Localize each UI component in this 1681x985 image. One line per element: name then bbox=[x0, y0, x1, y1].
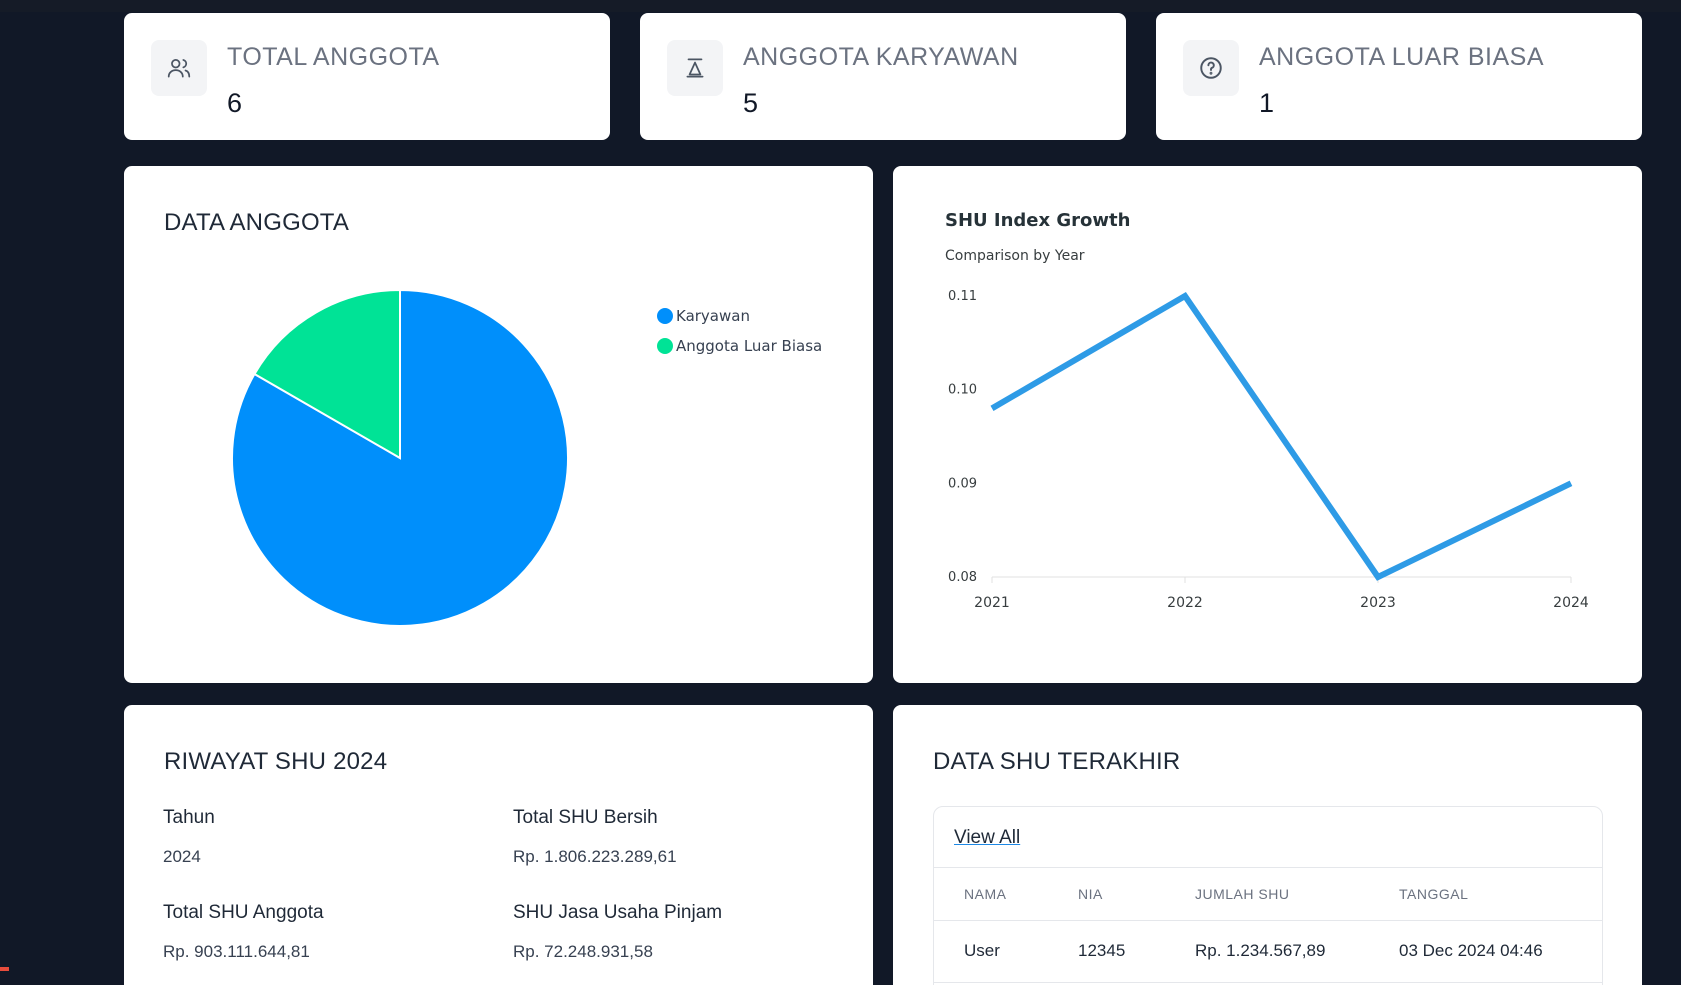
legend-marker bbox=[657, 338, 673, 354]
stat-label: ANGGOTA LUAR BIASA bbox=[1259, 43, 1545, 71]
column-header[interactable]: NIA bbox=[1078, 886, 1103, 902]
help-circle-icon bbox=[1183, 40, 1239, 96]
total-shu-anggota-value: Rp. 903.111.644,81 bbox=[163, 942, 310, 961]
series-line[interactable] bbox=[990, 292, 1573, 581]
stat-label: ANGGOTA KARYAWAN bbox=[743, 43, 1019, 71]
stat-card-total-anggota: TOTAL ANGGOTA 6 bbox=[124, 13, 610, 140]
panel-title: DATA SHU TERAKHIR bbox=[933, 748, 1181, 775]
panel-title: RIWAYAT SHU 2024 bbox=[164, 748, 388, 775]
cell-jumlah-shu: Rp. 1.234.567,89 bbox=[1195, 941, 1326, 960]
legend-item-luar-biasa[interactable]: Anggota Luar Biasa bbox=[657, 331, 822, 361]
data-anggota-panel: DATA ANGGOTA Karyawan Anggota Luar Biasa bbox=[124, 166, 873, 683]
stat-value: 6 bbox=[227, 88, 243, 118]
stat-value: 5 bbox=[743, 88, 759, 118]
legend-label: Anggota Luar Biasa bbox=[676, 337, 823, 355]
column-header[interactable]: TANGGAL bbox=[1399, 886, 1468, 902]
stat-card-anggota-karyawan: ANGGOTA KARYAWAN 5 bbox=[640, 13, 1126, 140]
top-bar bbox=[0, 0, 1681, 12]
data-point[interactable] bbox=[1182, 293, 1188, 299]
view-all-link[interactable]: View All bbox=[954, 827, 1020, 849]
x-tick-label: 2021 bbox=[974, 595, 1010, 611]
scale-icon bbox=[667, 40, 723, 96]
shu-jasa-label: SHU Jasa Usaha Pinjam bbox=[513, 902, 723, 923]
y-tick-label: 0.09 bbox=[948, 476, 977, 491]
x-tick-label: 2024 bbox=[1553, 595, 1589, 611]
legend-item-karyawan[interactable]: Karyawan bbox=[657, 301, 822, 331]
legend-marker bbox=[657, 308, 673, 324]
corner-marker bbox=[0, 967, 9, 971]
total-shu-bersih-label: Total SHU Bersih bbox=[513, 807, 658, 828]
cell-tanggal: 03 Dec 2024 04:46 bbox=[1399, 941, 1543, 960]
tahun-label: Tahun bbox=[163, 807, 215, 828]
total-shu-anggota-label: Total SHU Anggota bbox=[163, 902, 324, 923]
column-header[interactable]: NAMA bbox=[964, 886, 1006, 902]
stat-value: 1 bbox=[1259, 88, 1275, 118]
tahun-value: 2024 bbox=[163, 847, 201, 866]
riwayat-shu-panel: RIWAYAT SHU 2024 Tahun 2024 Total SHU Be… bbox=[124, 705, 873, 985]
shu-table: View All NAMA NIA JUMLAH SHU TANGGAL Use… bbox=[933, 806, 1603, 985]
stat-label: TOTAL ANGGOTA bbox=[227, 43, 440, 71]
stat-card-anggota-luar-biasa: ANGGOTA LUAR BIASA 1 bbox=[1156, 13, 1642, 140]
users-icon bbox=[151, 40, 207, 96]
pie-chart bbox=[231, 288, 569, 627]
cell-nia: 12345 bbox=[1078, 941, 1126, 960]
data-point[interactable] bbox=[1568, 480, 1574, 486]
y-tick-label: 0.10 bbox=[948, 383, 977, 398]
divider bbox=[934, 867, 1602, 868]
column-header[interactable]: JUMLAH SHU bbox=[1195, 886, 1289, 902]
cell-nama: User bbox=[964, 941, 1000, 960]
x-tick-label: 2023 bbox=[1360, 595, 1396, 611]
shu-growth-panel: SHU Index Growth Comparison by Year 0.08… bbox=[893, 166, 1642, 683]
shu-jasa-value: Rp. 72.248.931,58 bbox=[513, 942, 653, 961]
y-tick-label: 0.11 bbox=[948, 289, 977, 304]
line-chart: 0.08 0.09 0.10 0.11 2021 2022 2023 2024 bbox=[948, 289, 1589, 611]
data-point[interactable] bbox=[989, 405, 995, 411]
legend-label: Karyawan bbox=[676, 307, 750, 325]
divider bbox=[934, 982, 1602, 983]
y-tick-label: 0.08 bbox=[948, 570, 977, 585]
total-shu-bersih-value: Rp. 1.806.223.289,61 bbox=[513, 847, 677, 866]
x-tick-label: 2022 bbox=[1167, 595, 1203, 611]
data-point[interactable] bbox=[1375, 574, 1381, 580]
divider bbox=[934, 920, 1602, 921]
pie-legend: Karyawan Anggota Luar Biasa bbox=[657, 301, 822, 361]
data-shu-terakhir-panel: DATA SHU TERAKHIR View All NAMA NIA JUML… bbox=[893, 705, 1642, 985]
